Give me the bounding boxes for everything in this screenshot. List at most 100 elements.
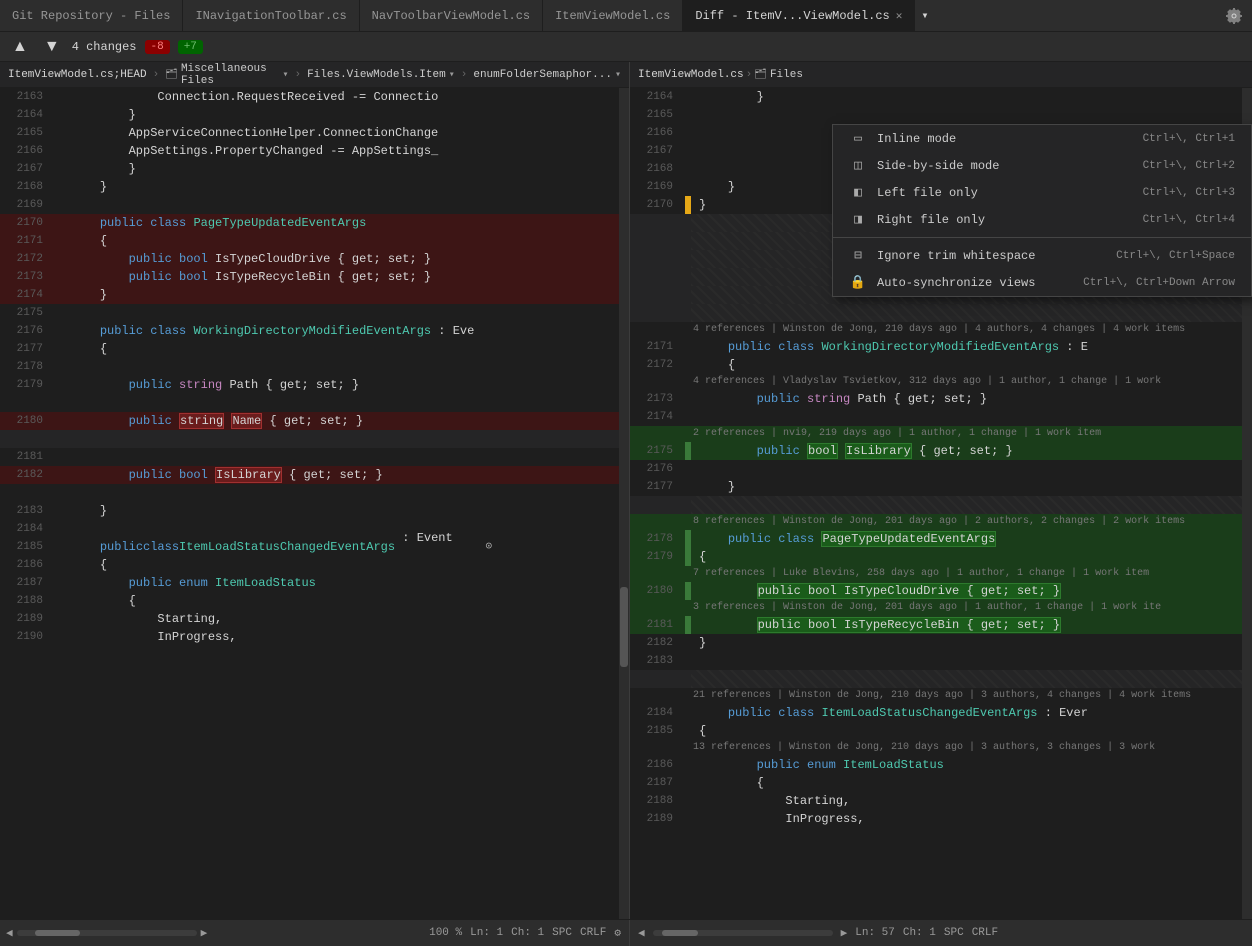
breadcrumb-files: Files.ViewModels.Item ▾ <box>307 69 455 81</box>
code-line: 2165 <box>630 106 1252 124</box>
codelens: 4 references | Vladyslav Tsvietkov, 312 … <box>630 374 1252 390</box>
code-line: 2183 <box>630 652 1252 670</box>
breadcrumb-enum-dropdown[interactable]: ▾ <box>615 69 621 81</box>
code-line: 2164 } <box>630 88 1252 106</box>
code-line: 2177 { <box>0 340 629 358</box>
code-line-empty <box>630 496 1252 514</box>
next-change-btn[interactable]: ▼ <box>40 36 64 58</box>
menu-item-rightonly-shortcut: Ctrl+\, Ctrl+4 <box>1143 214 1235 226</box>
right-scroll-right-btn[interactable]: ▶ <box>841 926 848 940</box>
code-line: 2176 <box>630 460 1252 478</box>
scroll-left-btn[interactable]: ◀ <box>6 926 13 940</box>
right-eol: CRLF <box>972 927 998 939</box>
left-code-area[interactable]: 2163 Connection.RequestReceived -= Conne… <box>0 88 629 919</box>
tab-diff[interactable]: Diff - ItemV...ViewModel.cs ✕ <box>683 0 915 31</box>
code-line: 2163 Connection.RequestReceived -= Conne… <box>0 88 629 106</box>
tab-label: INavigationToolbar.cs <box>195 9 346 23</box>
tab-git-files[interactable]: Git Repository - Files <box>0 0 183 31</box>
code-line-added: 2179 { <box>630 548 1252 566</box>
tab-label: Git Repository - Files <box>12 9 170 23</box>
tab-label: ItemViewModel.cs <box>555 9 670 23</box>
left-scrollbar-thumb[interactable] <box>620 587 628 667</box>
left-enc: SPC <box>552 927 572 939</box>
tab-inavigation[interactable]: INavigationToolbar.cs <box>183 0 359 31</box>
code-line: 2169 <box>0 196 629 214</box>
scroll-right-btn[interactable]: ▶ <box>201 926 208 940</box>
code-line: 2171 public class WorkingDirectoryModifi… <box>630 338 1252 356</box>
code-line: 2188 Starting, <box>630 792 1252 810</box>
breadcrumb-right-label: Files <box>770 69 803 81</box>
app-container: Git Repository - Files INavigationToolba… <box>0 0 1252 946</box>
code-line: 2187 public enum ItemLoadStatus <box>0 574 629 592</box>
breadcrumb-files-dropdown[interactable]: ▾ <box>449 69 455 81</box>
menu-item-sidebyside-label: Side-by-side mode <box>877 159 1133 173</box>
breadcrumb-misc-dropdown[interactable]: ▾ <box>282 69 288 81</box>
feedback-icon[interactable]: ⚙ <box>614 926 621 940</box>
menu-item-leftonly[interactable]: ◧ Left file only Ctrl+\, Ctrl+3 <box>833 179 1251 206</box>
menu-item-inline-label: Inline mode <box>877 132 1133 146</box>
code-line: 2175 <box>0 304 629 322</box>
code-line: 2181 <box>0 448 629 466</box>
code-line: 2168 } <box>0 178 629 196</box>
menu-item-rightonly-label: Right file only <box>877 213 1133 227</box>
tab-navtoolbar[interactable]: NavToolbarViewModel.cs <box>360 0 543 31</box>
left-filename: ItemViewModel.cs;HEAD <box>8 69 147 81</box>
menu-item-autosync[interactable]: 🔒 Auto-synchronize views Ctrl+\, Ctrl+Do… <box>833 269 1251 296</box>
codelens: 13 references | Winston de Jong, 210 day… <box>630 740 1252 756</box>
menu-item-inline[interactable]: ▭ Inline mode Ctrl+\, Ctrl+1 <box>833 125 1251 152</box>
code-line <box>0 394 629 412</box>
code-line: 2190 InProgress, <box>0 628 629 646</box>
left-eol: CRLF <box>580 927 606 939</box>
menu-item-autosync-label: Auto-synchronize views <box>877 276 1073 290</box>
menu-item-trim[interactable]: ⊟ Ignore trim whitespace Ctrl+\, Ctrl+Sp… <box>833 242 1251 269</box>
left-header: ItemViewModel.cs;HEAD › 🗂 Miscellaneous … <box>0 62 629 88</box>
code-line: 2189 Starting, <box>0 610 629 628</box>
code-line: 2182 } <box>630 634 1252 652</box>
right-ln: Ln: 57 <box>855 927 895 939</box>
autosync-icon: 🔒 <box>849 275 867 290</box>
code-line-added: 2180 public bool IsTypeCloudDrive { get;… <box>630 582 1252 600</box>
right-filename: ItemViewModel.cs <box>638 69 744 81</box>
changes-count: 4 changes <box>72 40 137 54</box>
codelens: 2 references | nvi9, 219 days ago | 1 au… <box>630 426 1252 442</box>
breadcrumb-enum: enumFolderSemaphor... ▾ <box>473 69 621 81</box>
right-scroll-left-btn[interactable]: ◀ <box>638 926 645 940</box>
menu-item-rightonly[interactable]: ◨ Right file only Ctrl+\, Ctrl+4 <box>833 206 1251 233</box>
code-line-deleted: 2182 public bool IsLibrary { get; set; } <box>0 466 629 484</box>
tab-overflow-btn[interactable]: ▾ <box>915 0 934 31</box>
menu-item-sidebyside[interactable]: ◫ Side-by-side mode Ctrl+\, Ctrl+2 <box>833 152 1251 179</box>
menu-divider <box>833 237 1251 238</box>
code-line: 2176 public class WorkingDirectoryModifi… <box>0 322 629 340</box>
code-line: 2186 { <box>0 556 629 574</box>
view-mode-menu: ▭ Inline mode Ctrl+\, Ctrl+1 ◫ Side-by-s… <box>832 124 1252 297</box>
code-line: 2185 { <box>630 722 1252 740</box>
code-line: 2184 <box>0 520 629 538</box>
hscroll-thumb-right[interactable] <box>662 930 698 936</box>
tab-itemviewmodel[interactable]: ItemViewModel.cs <box>543 0 683 31</box>
tab-close-icon[interactable]: ✕ <box>896 9 903 23</box>
left-zoom: 100 % <box>429 927 462 939</box>
code-line: 2184 public class ItemLoadStatusChangedE… <box>630 704 1252 722</box>
left-pane: ItemViewModel.cs;HEAD › 🗂 Miscellaneous … <box>0 62 630 919</box>
code-line: 2165 AppServiceConnectionHelper.Connecti… <box>0 124 629 142</box>
codelens: 3 references | Winston de Jong, 201 days… <box>630 600 1252 616</box>
code-line-deleted: 2174 } <box>0 286 629 304</box>
tab-bar: Git Repository - Files INavigationToolba… <box>0 0 1252 32</box>
breadcrumb-right-files: 🗂 Files <box>754 69 803 81</box>
codelens: 21 references | Winston de Jong, 210 day… <box>630 688 1252 704</box>
hscroll-thumb-left[interactable] <box>35 930 80 936</box>
prev-change-btn[interactable]: ▲ <box>8 36 32 58</box>
code-line: 2183 } <box>0 502 629 520</box>
sidebyside-mode-icon: ◫ <box>849 158 867 173</box>
settings-gear-btn[interactable] <box>1216 0 1252 31</box>
right-header: ItemViewModel.cs › 🗂 Files <box>630 62 1252 88</box>
code-line-deleted: 2180 public string Name { get; set; } <box>0 412 629 430</box>
code-line: 2187 { <box>630 774 1252 792</box>
menu-item-leftonly-shortcut: Ctrl+\, Ctrl+3 <box>1143 187 1235 199</box>
code-line: 2186 public enum ItemLoadStatus <box>630 756 1252 774</box>
menu-item-trim-shortcut: Ctrl+\, Ctrl+Space <box>1116 250 1235 262</box>
left-scrollbar[interactable] <box>619 88 629 919</box>
code-line <box>0 484 629 502</box>
left-ln: Ln: 1 <box>470 927 503 939</box>
code-line: 2174 <box>630 408 1252 426</box>
